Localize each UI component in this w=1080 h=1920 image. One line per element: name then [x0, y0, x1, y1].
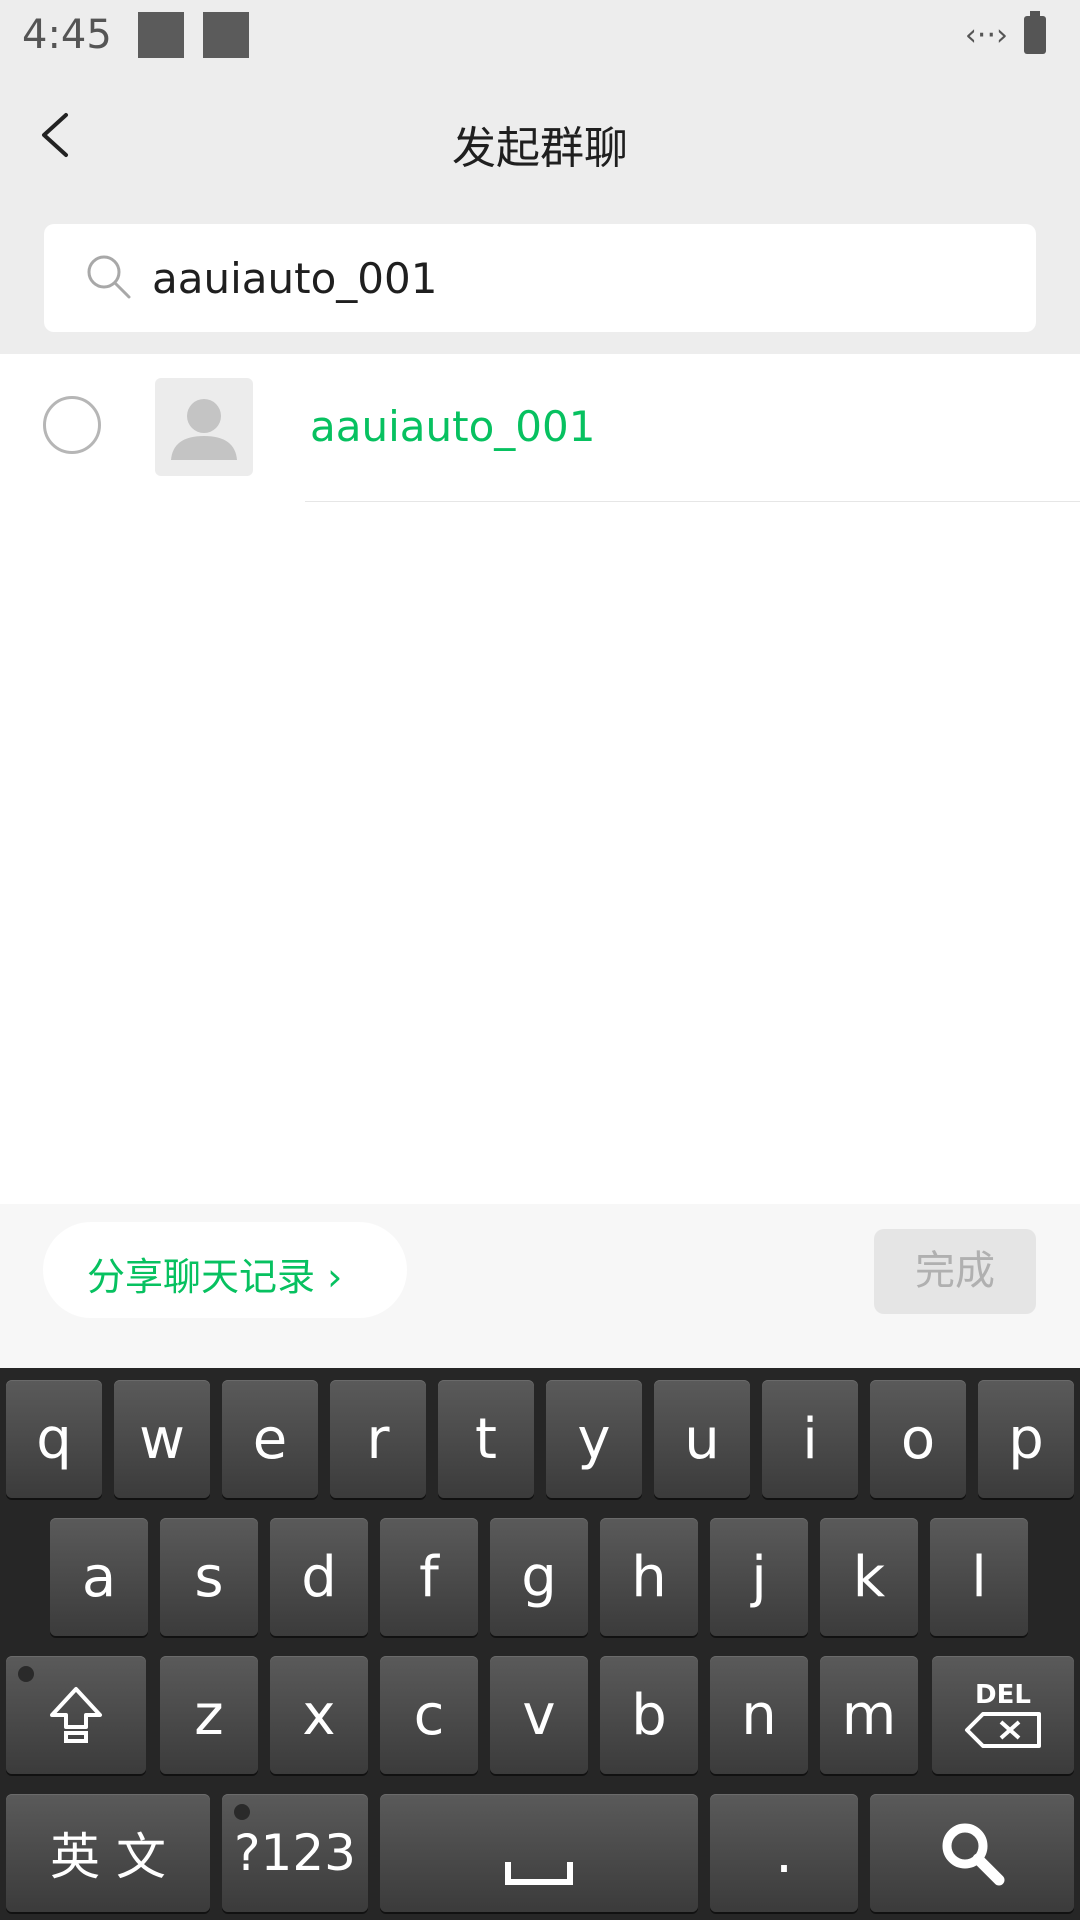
- contact-name: aauiauto_001: [310, 402, 596, 451]
- symbols-label: ?123: [234, 1824, 356, 1882]
- key-x[interactable]: x: [270, 1656, 368, 1774]
- key-w[interactable]: w: [114, 1380, 210, 1498]
- symbols-key[interactable]: ?123: [222, 1794, 368, 1912]
- battery-icon: [1024, 11, 1046, 54]
- key-n[interactable]: n: [710, 1656, 808, 1774]
- key-a[interactable]: a: [50, 1518, 148, 1636]
- delete-key[interactable]: DEL: [932, 1656, 1074, 1774]
- search-box[interactable]: [44, 224, 1036, 332]
- share-chat-history-label: 分享聊天记录 ›: [87, 1255, 343, 1299]
- key-h[interactable]: h: [600, 1518, 698, 1636]
- action-bar: 分享聊天记录 › 完成: [0, 1204, 1080, 1368]
- share-chat-history-button[interactable]: 分享聊天记录 ›: [43, 1222, 407, 1318]
- search-key[interactable]: [870, 1794, 1074, 1912]
- key-m[interactable]: m: [820, 1656, 918, 1774]
- shift-icon: [50, 1687, 102, 1743]
- notification-icon: [138, 12, 184, 58]
- list-item[interactable]: aauiauto_001: [0, 354, 1080, 502]
- search-icon: [942, 1823, 1005, 1886]
- indicator-dot: [18, 1666, 34, 1682]
- key-v[interactable]: v: [490, 1656, 588, 1774]
- key-e[interactable]: e: [222, 1380, 318, 1498]
- key-k[interactable]: k: [820, 1518, 918, 1636]
- space-icon: [505, 1862, 573, 1885]
- del-label: DEL: [975, 1680, 1031, 1710]
- key-z[interactable]: z: [160, 1656, 258, 1774]
- key-g[interactable]: g: [490, 1518, 588, 1636]
- space-key[interactable]: [380, 1794, 698, 1912]
- divider: [305, 501, 1080, 502]
- keyboard: q w e r t y u i o p a s d f g h j k l z …: [0, 1368, 1080, 1920]
- default-avatar-icon: [155, 378, 253, 476]
- key-d[interactable]: d: [270, 1518, 368, 1636]
- key-q[interactable]: q: [6, 1380, 102, 1498]
- key-p[interactable]: p: [978, 1380, 1074, 1498]
- key-y[interactable]: y: [546, 1380, 642, 1498]
- data-transfer-icon: ‹··›: [964, 18, 1008, 53]
- key-u[interactable]: u: [654, 1380, 750, 1498]
- language-key[interactable]: 英 文: [6, 1794, 210, 1912]
- select-checkbox[interactable]: [43, 396, 101, 454]
- notification-icon: [203, 12, 249, 58]
- shift-key[interactable]: [6, 1656, 146, 1774]
- done-button[interactable]: 完成: [874, 1229, 1036, 1314]
- search-icon: [84, 252, 134, 302]
- key-r[interactable]: r: [330, 1380, 426, 1498]
- key-t[interactable]: t: [438, 1380, 534, 1498]
- key-s[interactable]: s: [160, 1518, 258, 1636]
- key-f[interactable]: f: [380, 1518, 478, 1636]
- key-o[interactable]: o: [870, 1380, 966, 1498]
- page-title: 发起群聊: [452, 123, 628, 174]
- period-key[interactable]: .: [710, 1794, 858, 1912]
- search-input[interactable]: [150, 244, 1014, 312]
- status-time: 4:45: [22, 12, 112, 58]
- key-i[interactable]: i: [762, 1380, 858, 1498]
- status-bar: 4:45 ‹··›: [0, 0, 1080, 75]
- key-c[interactable]: c: [380, 1656, 478, 1774]
- key-l[interactable]: l: [930, 1518, 1028, 1636]
- contact-list: aauiauto_001: [0, 354, 1080, 1204]
- key-j[interactable]: j: [710, 1518, 808, 1636]
- indicator-dot: [234, 1804, 250, 1820]
- key-b[interactable]: b: [600, 1656, 698, 1774]
- backspace-icon: [965, 1712, 1041, 1748]
